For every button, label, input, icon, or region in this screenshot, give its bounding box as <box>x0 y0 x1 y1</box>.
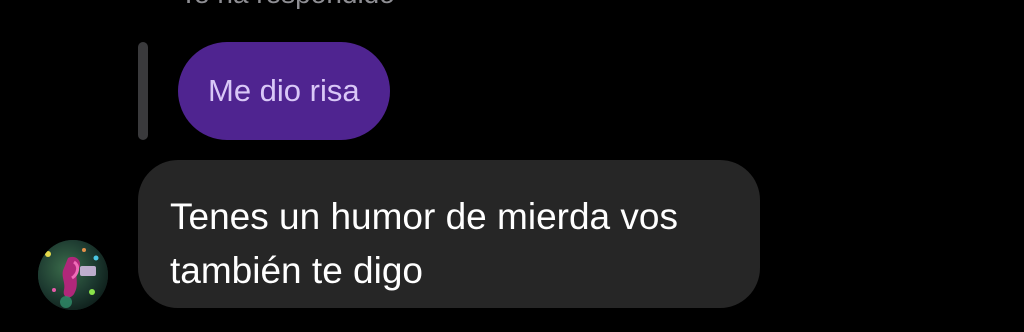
quoted-message-bubble[interactable]: Me dio risa <box>178 42 390 140</box>
message-bubble[interactable]: Tenes un humor de mierda vos también te … <box>138 160 760 308</box>
avatar-photo-icon <box>38 240 108 310</box>
message-text-line-2: también te digo <box>170 250 424 291</box>
reply-header: Te ha respondido <box>180 0 395 10</box>
message-text-line-1: Tenes un humor de mierda vos <box>170 196 678 237</box>
sender-avatar[interactable] <box>38 240 108 310</box>
reply-indicator-bar <box>138 42 148 140</box>
quoted-message-text: Me dio risa <box>208 73 360 108</box>
